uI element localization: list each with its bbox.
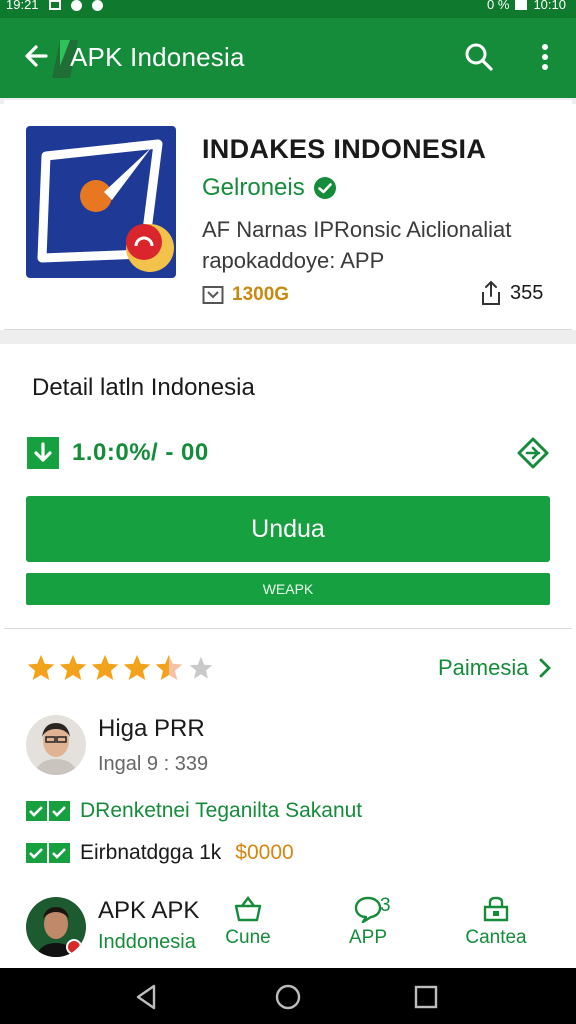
price-row: Eirbnatdgga 1k $0000 xyxy=(26,841,294,865)
download-size-icon xyxy=(202,286,224,304)
status-right: 0 % 10:10 xyxy=(487,0,566,14)
download-apk-button[interactable]: WEAPK xyxy=(26,573,550,605)
reviewer-name: Higa PRR xyxy=(98,715,205,742)
status-left-text: 19:21 xyxy=(6,0,39,12)
feature-row: DRenketnei Teganilta Sakanut xyxy=(26,799,362,823)
version-row: 1.0:0%/ - 00 xyxy=(26,436,209,470)
screen: 19:21 0 % 10:10 APK Indonesia INDAKES IN… xyxy=(0,0,576,1024)
divider xyxy=(0,330,576,344)
share-icon[interactable] xyxy=(480,280,502,306)
chevron-right-icon xyxy=(540,658,552,678)
star-icon xyxy=(123,654,151,680)
version-text: 1.0:0%/ - 00 xyxy=(72,439,209,466)
nav-back-icon[interactable] xyxy=(132,982,162,1012)
share-row[interactable]: 355 xyxy=(480,280,543,306)
action-shop[interactable]: Cantea xyxy=(456,895,536,949)
download-section-title: Detail latln Indonesia xyxy=(32,374,255,401)
action-label: APP xyxy=(348,927,388,948)
nav-recents-icon[interactable] xyxy=(411,982,441,1012)
alert-icon xyxy=(91,0,103,11)
chat-count: 3 xyxy=(380,895,391,916)
description-line: rapokaddoye: APP xyxy=(202,248,385,273)
chat-bubble-icon xyxy=(354,896,382,923)
star-half-icon xyxy=(155,654,183,680)
battery-percent: 0 % xyxy=(487,0,510,12)
rating-stars xyxy=(26,653,216,683)
publisher-name: APK APK xyxy=(98,897,200,924)
price-value: $0000 xyxy=(235,841,294,864)
see-all-label[interactable]: Paimesia xyxy=(438,655,528,681)
status-left: 19:21 xyxy=(6,0,103,14)
notification-icon xyxy=(70,0,82,11)
back-arrow-icon[interactable] xyxy=(22,42,50,70)
developer-row[interactable]: Gelroneis xyxy=(202,174,337,202)
app-name: INDAKES INDONESIA xyxy=(202,134,487,164)
verified-check-icon xyxy=(313,177,336,199)
reviewer-avatar[interactable] xyxy=(26,715,86,775)
reviewer-subtitle: Ingal 9 : 339 xyxy=(98,753,209,775)
double-check-icon xyxy=(26,801,70,821)
reviews-card: Paimesia Higa PRR Ingal 9 : 339 DRenketn… xyxy=(4,628,572,968)
download-arrow-icon xyxy=(27,437,59,469)
publisher-avatar[interactable] xyxy=(26,897,86,957)
status-bar: 19:21 0 % 10:10 xyxy=(0,0,576,18)
action-label: Cune xyxy=(225,927,271,948)
star-empty-icon xyxy=(189,656,213,679)
download-button[interactable]: Undua xyxy=(26,496,550,562)
developer-name[interactable]: Gelroneis xyxy=(202,174,305,202)
app-info-card: INDAKES INDONESIA Gelroneis AF Narnas IP… xyxy=(4,100,572,330)
system-nav-bar xyxy=(0,968,576,1024)
image-notification-icon xyxy=(48,0,61,10)
star-icon xyxy=(59,654,87,680)
app-bar-title: APK Indonesia xyxy=(70,42,245,72)
app-size: 1300G xyxy=(232,284,290,305)
description-line: AF Narnas IPRonsic Aiclionaliat xyxy=(202,217,512,242)
action-label: Cantea xyxy=(465,927,527,948)
diamond-info-icon[interactable] xyxy=(516,436,550,470)
size-row: 1300G xyxy=(202,284,289,306)
more-vert-icon[interactable] xyxy=(534,42,556,72)
basket-icon xyxy=(234,896,262,922)
shop-icon xyxy=(483,896,509,922)
app-bar: APK Indonesia xyxy=(0,18,576,98)
double-check-icon xyxy=(26,843,70,863)
price-label: Eirbnatdgga 1k xyxy=(80,841,222,864)
download-card: Detail latln Indonesia 1.0:0%/ - 00 Undu… xyxy=(4,344,572,624)
see-all-reviews-link[interactable]: Paimesia xyxy=(438,655,552,681)
status-time: 10:10 xyxy=(533,0,566,12)
search-icon[interactable] xyxy=(464,42,494,72)
app-icon[interactable] xyxy=(26,126,176,278)
app-description: AF Narnas IPRonsic Aiclionaliat rapokadd… xyxy=(202,214,542,276)
publisher-location: Inddonesia xyxy=(98,931,196,953)
star-icon xyxy=(91,654,119,680)
action-basket[interactable]: Cune xyxy=(208,895,288,949)
star-icon xyxy=(27,654,55,680)
share-count: 355 xyxy=(510,281,544,304)
feature-text: DRenketnei Teganilta Sakanut xyxy=(80,799,363,822)
action-chat[interactable]: 3 APP xyxy=(328,895,408,949)
battery-icon xyxy=(515,0,528,10)
nav-home-icon[interactable] xyxy=(273,982,303,1012)
